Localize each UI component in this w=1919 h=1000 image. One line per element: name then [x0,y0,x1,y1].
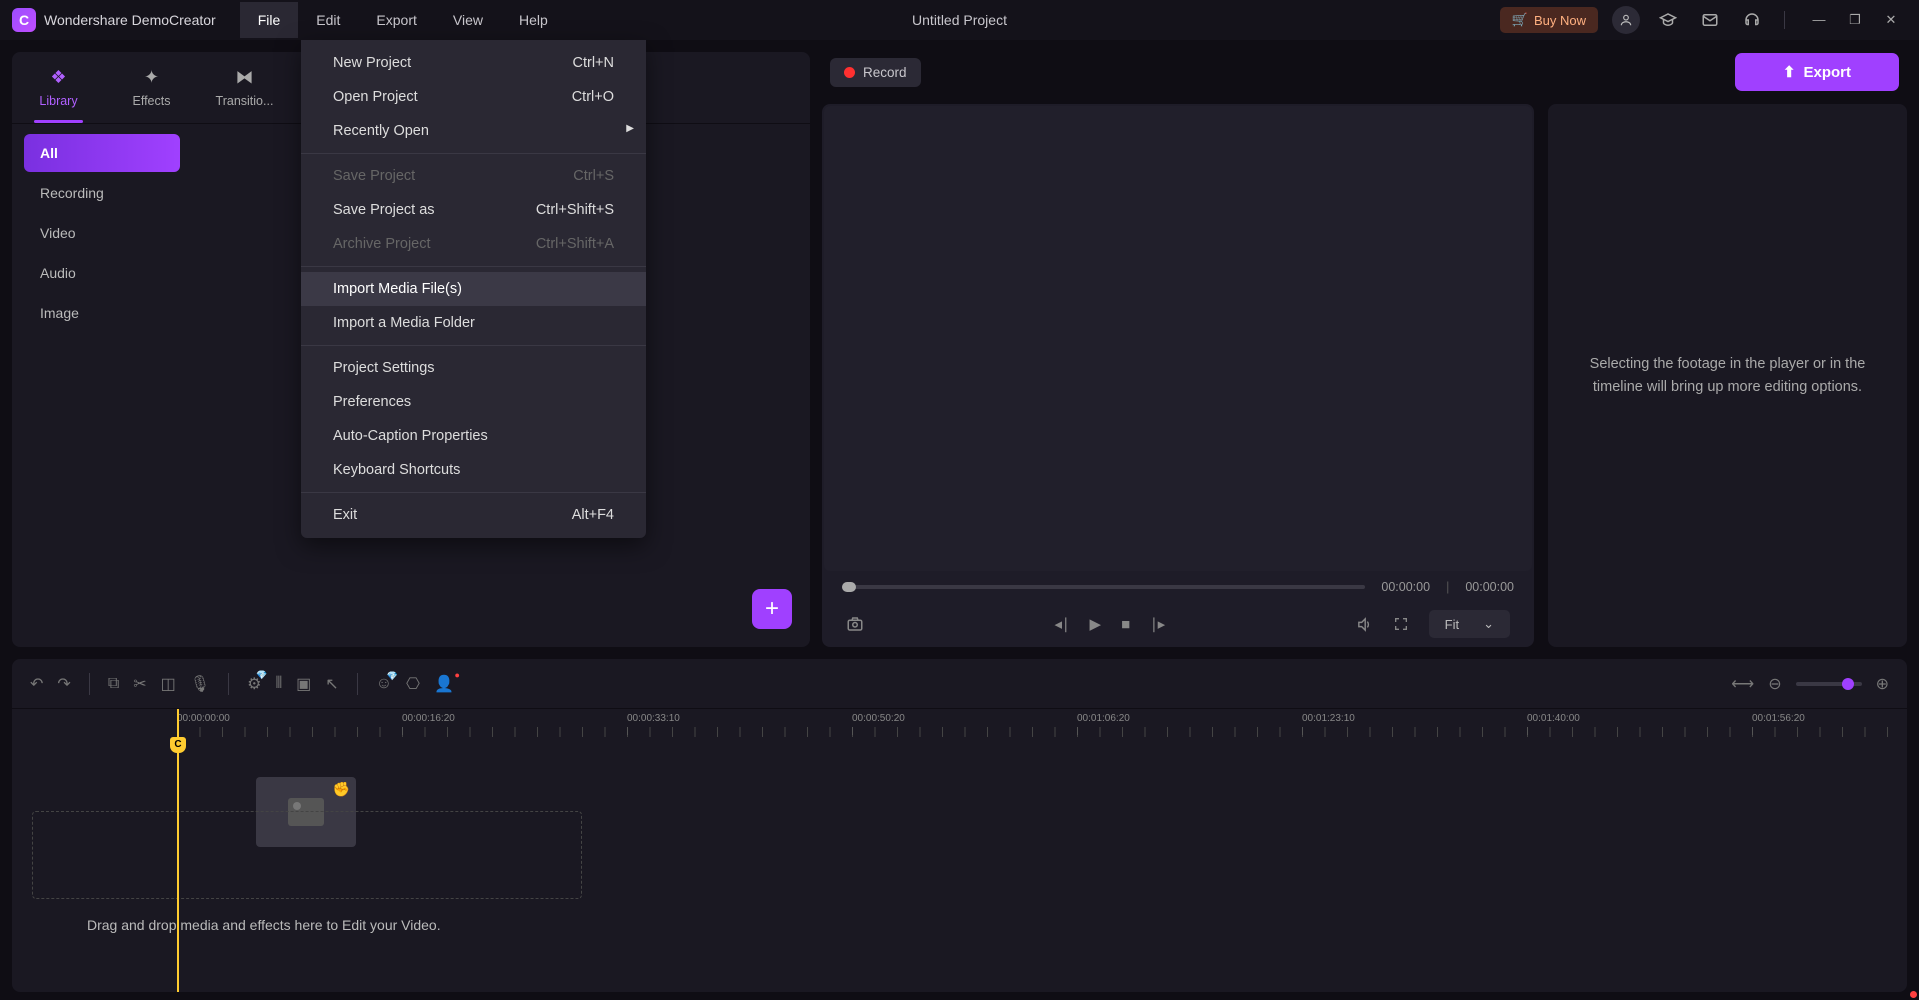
menu-file[interactable]: File [240,2,299,38]
properties-panel: Selecting the footage in the player or i… [1548,104,1907,647]
add-media-button[interactable]: + [752,589,792,629]
account-button[interactable] [1612,6,1640,34]
marker-icon[interactable]: ◫ [161,674,176,694]
project-title: Untitled Project [912,12,1007,28]
play-icon[interactable]: ▶ [1090,615,1102,633]
buy-now-button[interactable]: 🛒 Buy Now [1500,7,1598,33]
fit-timeline-icon[interactable]: ⟷ [1731,674,1754,694]
fullscreen-icon[interactable] [1393,616,1409,632]
record-dot-icon [844,67,855,78]
text-icon[interactable]: ⎔ [406,674,420,694]
category-image[interactable]: Image [24,294,180,332]
tab-library[interactable]: ❖Library [12,52,105,123]
timeline-ruler[interactable]: 00:00:00:00 00:00:16:20 00:00:33:10 00:0… [12,709,1907,739]
menu-preferences[interactable]: Preferences [301,385,646,419]
menu-auto-caption-props[interactable]: Auto-Caption Properties [301,419,646,453]
menu-help[interactable]: Help [501,2,566,38]
menu-import-media-folder[interactable]: Import a Media Folder [301,306,646,340]
time-total: 00:00:00 [1465,580,1514,594]
menu-export[interactable]: Export [358,2,434,38]
person-icon[interactable]: 👤● [434,674,454,694]
file-menu-dropdown: New ProjectCtrl+N Open ProjectCtrl+O Rec… [301,40,646,538]
player-canvas[interactable] [824,106,1532,571]
grab-cursor-icon: ✊ [333,781,350,798]
menu-edit[interactable]: Edit [298,2,358,38]
category-recording[interactable]: Recording [24,174,180,212]
export-icon: ⬆ [1783,63,1796,81]
tab-transitions[interactable]: ⧓Transitio... [198,52,291,123]
library-icon: ❖ [50,67,66,88]
record-button[interactable]: Record [830,58,921,87]
academy-icon[interactable] [1654,6,1682,34]
cursor-icon[interactable]: ↖ [325,674,338,694]
stop-icon[interactable]: ■ [1121,616,1130,633]
zoom-fit-select[interactable]: Fit⌄ [1429,610,1510,638]
chevron-down-icon: ⌄ [1483,616,1494,632]
menu-new-project[interactable]: New ProjectCtrl+N [301,46,646,80]
playhead[interactable] [177,709,179,992]
scrub-bar[interactable] [842,585,1365,589]
undo-icon[interactable]: ↶ [30,674,43,694]
voiceover-icon[interactable]: 🎙 [190,674,210,694]
menu-open-project[interactable]: Open ProjectCtrl+O [301,80,646,114]
menu-save-project: Save ProjectCtrl+S [301,159,646,193]
volume-icon[interactable] [1356,616,1373,633]
menu-bar: File Edit Export View Help [240,2,566,38]
time-current: 00:00:00 [1381,580,1430,594]
timeline-tracks[interactable]: ✊ Drag and drop media and effects here t… [12,739,1907,992]
minimize-button[interactable]: — [1803,12,1835,28]
menu-import-media-files[interactable]: Import Media File(s) [301,272,646,306]
properties-hint: Selecting the footage in the player or i… [1572,353,1883,398]
support-icon[interactable] [1738,6,1766,34]
effects-icon: ✦ [144,67,159,88]
transitions-icon: ⧓ [236,67,254,88]
submenu-arrow-icon: ▶ [626,123,634,134]
app-title: Wondershare DemoCreator [44,12,216,28]
notification-dot [1910,991,1917,998]
zoom-out-icon[interactable]: ⊖ [1768,674,1781,694]
group-icon[interactable]: ⚙💎 [247,674,261,694]
zoom-slider[interactable] [1796,682,1862,686]
track-drop-zone[interactable] [32,811,582,899]
menu-project-settings[interactable]: Project Settings [301,351,646,385]
menu-exit[interactable]: ExitAlt+F4 [301,498,646,532]
category-video[interactable]: Video [24,214,180,252]
redo-icon[interactable]: ↷ [57,674,70,694]
preview-player: 00:00:00 | 00:00:00 ◂∣ ▶ ■ ∣▸ Fit⌄ [822,104,1534,647]
maximize-button[interactable]: ❐ [1839,12,1871,28]
mail-icon[interactable] [1696,6,1724,34]
adjust-icon[interactable]: ⫴ [275,675,282,693]
export-button[interactable]: ⬆Export [1735,53,1899,91]
category-all[interactable]: All [24,134,180,172]
buy-now-label: Buy Now [1534,13,1586,28]
crop-icon[interactable]: ⧉ [108,675,119,693]
snapshot-icon[interactable] [846,615,864,633]
tab-effects[interactable]: ✦Effects [105,52,198,123]
menu-save-project-as[interactable]: Save Project asCtrl+Shift+S [301,193,646,227]
timeline-drop-hint: Drag and drop media and effects here to … [87,917,441,933]
cart-icon: 🛒 [1512,12,1528,28]
app-logo-icon: C [12,8,36,32]
close-button[interactable]: ✕ [1875,12,1907,28]
zoom-in-icon[interactable]: ⊕ [1876,674,1889,694]
next-frame-icon[interactable]: ∣▸ [1150,615,1165,633]
prev-frame-icon[interactable]: ◂∣ [1054,615,1069,633]
menu-view[interactable]: View [435,2,501,38]
category-audio[interactable]: Audio [24,254,180,292]
menu-archive-project: Archive ProjectCtrl+Shift+A [301,227,646,261]
menu-keyboard-shortcuts[interactable]: Keyboard Shortcuts [301,453,646,487]
menu-recently-open[interactable]: Recently Open▶ [301,114,646,148]
smile-icon[interactable]: ☺💎 [376,675,392,693]
split-icon[interactable]: ✂ [133,674,146,694]
snapshot-tool-icon[interactable]: ▣ [296,674,311,694]
